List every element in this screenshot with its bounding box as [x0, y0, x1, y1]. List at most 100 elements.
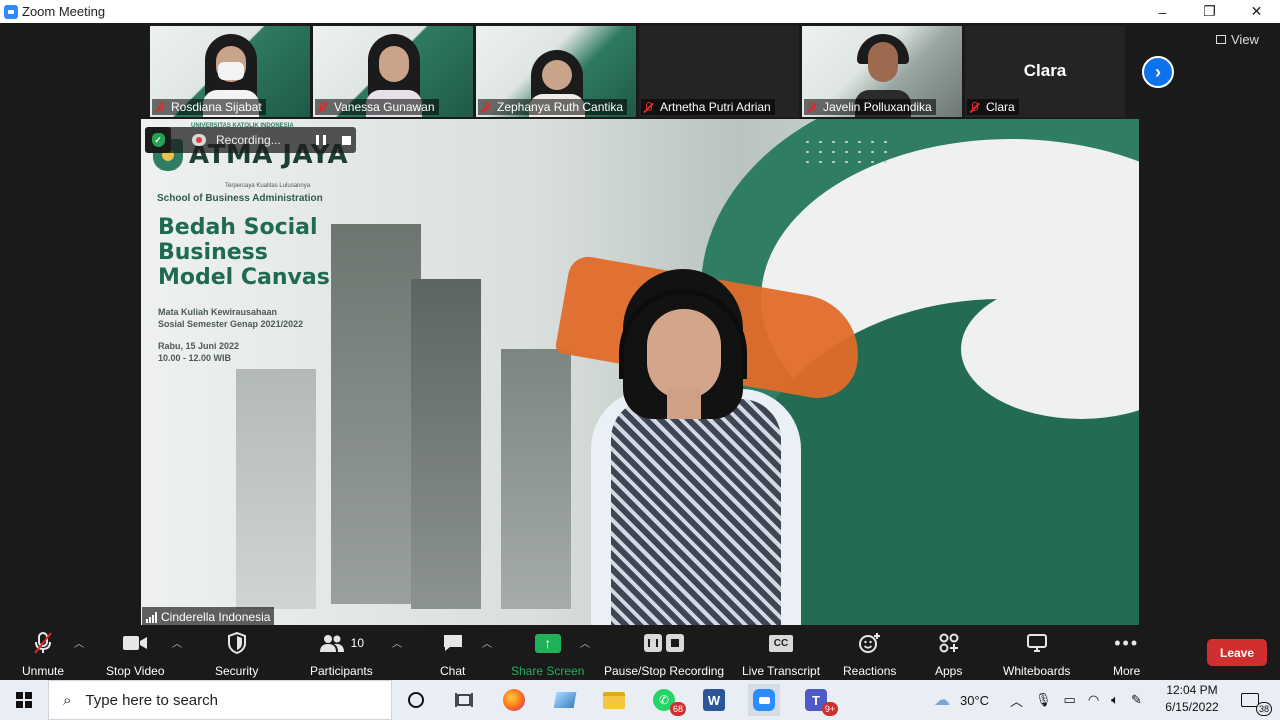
meeting-stage: Rosdiana Sijabat Vanessa Gunawan Zephany… [0, 23, 1280, 627]
participant-center-name: Clara [1023, 61, 1067, 80]
participant-tile[interactable]: Javelin Polluxandika [802, 26, 962, 117]
course-line: Sosial Semester Genap 2021/2022 [158, 319, 304, 329]
pen-icon[interactable]: ✎ [1131, 692, 1142, 708]
participant-name: Zephanya Ruth Cantika [497, 100, 624, 114]
show-hidden-icons-chevron-icon[interactable]: ︿ [1010, 691, 1023, 710]
windows-taskbar: ⌕ Type here to search ✆ 68 W T 9+ ☁ 30°C… [0, 680, 1280, 720]
share-screen-label: Share Screen [511, 664, 585, 678]
taskbar-clock[interactable]: 12:04 PM 6/15/2022 [1158, 682, 1226, 716]
participant-tile[interactable]: Vanessa Gunawan [313, 26, 473, 117]
participant-name-tag: Clara [967, 99, 1019, 115]
chat-options-caret-icon[interactable]: ︿ [482, 635, 492, 650]
temperature: 30°C [960, 692, 990, 708]
participant-name-tag: Javelin Polluxandika [804, 99, 936, 115]
word-taskbar-button[interactable]: W [698, 684, 730, 716]
snipping-tool-taskbar-button[interactable] [549, 684, 581, 716]
cortana-button[interactable] [400, 684, 432, 716]
start-button[interactable] [0, 680, 48, 720]
file-explorer-taskbar-button[interactable] [598, 684, 630, 716]
clock-time: 12:04 PM [1166, 683, 1218, 697]
whatsapp-taskbar-button[interactable]: ✆ 68 [648, 684, 686, 716]
video-camera-icon [122, 629, 148, 657]
participant-tile[interactable]: Rosdiana Sijabat [150, 26, 310, 117]
recording-icon [192, 134, 206, 146]
course-line: Mata Kuliah Kewirausahaan [158, 307, 278, 317]
pause-stop-recording-button[interactable]: Pause/Stop Recording [604, 629, 724, 678]
task-view-button[interactable] [448, 684, 480, 716]
zoom-taskbar-button[interactable] [748, 684, 780, 716]
next-page-button[interactable]: › [1142, 56, 1174, 88]
leave-button[interactable]: Leave [1207, 639, 1267, 666]
participant-name: Rosdiana Sijabat [171, 100, 262, 114]
signal-bars-icon [146, 611, 157, 623]
mic-muted-icon [480, 101, 491, 113]
maximize-button[interactable]: ❐ [1186, 0, 1233, 23]
windows-logo-icon [16, 692, 32, 708]
slide-school: School of Business Administration [157, 193, 323, 204]
stop-video-button[interactable]: Stop Video [106, 629, 165, 678]
live-transcript-button[interactable]: CC Live Transcript [742, 629, 820, 678]
participant-strip: Rosdiana Sijabat Vanessa Gunawan Zephany… [150, 26, 1125, 117]
grid-view-icon [1216, 35, 1226, 44]
participant-name: Clara [986, 100, 1015, 114]
word-icon: W [703, 689, 725, 711]
window-title: Zoom Meeting [22, 4, 106, 19]
audio-options-caret-icon[interactable]: ︿ [74, 635, 84, 650]
teams-taskbar-button[interactable]: T 9+ [800, 684, 838, 716]
reactions-button[interactable]: Reactions [843, 629, 896, 678]
snip-tool-icon [553, 692, 577, 708]
volume-icon[interactable]: 🔈︎ [1111, 692, 1119, 708]
minimize-button[interactable]: – [1139, 0, 1186, 23]
stop-video-label: Stop Video [106, 664, 165, 678]
more-button[interactable]: ••• More [1113, 629, 1140, 679]
headline-line: Model Canvas [158, 265, 330, 290]
participant-tile[interactable]: Clara Clara [965, 26, 1125, 117]
whiteboards-button[interactable]: Whiteboards [1003, 629, 1070, 678]
live-transcript-label: Live Transcript [742, 664, 821, 678]
mic-muted-icon [317, 101, 328, 113]
mic-muted-icon [806, 101, 817, 113]
weather-cloud-icon: ☁ [934, 692, 950, 709]
search-placeholder: Type here to search [85, 691, 218, 709]
zoom-app-icon [4, 4, 18, 19]
zoom-icon [753, 689, 775, 711]
share-screen-icon-wrap: ↑ [534, 629, 561, 657]
active-speaker-video[interactable]: ATMA JAYA UNIVERSITAS KATOLIK INDONESIA … [141, 119, 1139, 627]
encryption-shield-icon[interactable]: ✓ [145, 127, 171, 153]
task-view-icon [455, 693, 473, 707]
time-line: 10.00 - 12.00 WIB [158, 353, 232, 363]
share-screen-button[interactable]: ↑ Share Screen [511, 629, 584, 678]
speaker-name: Cinderella Indonesia [161, 610, 271, 624]
participants-button[interactable]: 10 Participants [310, 629, 373, 678]
chat-button[interactable]: Chat [440, 629, 465, 678]
battery-icon[interactable]: ▭ [1064, 692, 1076, 708]
close-button[interactable]: ✕ [1233, 0, 1280, 23]
stop-recording-icon[interactable] [342, 135, 351, 145]
wifi-icon[interactable]: ◠ [1088, 692, 1099, 708]
logo-tagline: Terpercaya Kualitas Lulusannya [225, 183, 311, 189]
pause-recording-icon[interactable] [316, 135, 326, 145]
security-label: Security [215, 664, 259, 678]
participant-name: Artnetha Putri Adrian [660, 100, 771, 114]
unmute-button[interactable]: Unmute [22, 629, 64, 678]
date-line: Rabu, 15 Juni 2022 [158, 341, 240, 351]
folder-icon [603, 691, 625, 709]
view-button[interactable]: View [1216, 32, 1259, 47]
share-options-caret-icon[interactable]: ︿ [580, 635, 590, 650]
system-tray: ︿ 🎙︎ ▭ ◠ 🔈︎ ✎ [1010, 680, 1142, 720]
taskbar-search-box[interactable]: ⌕ Type here to search [48, 680, 392, 720]
notification-center-button[interactable]: 38 [1234, 684, 1272, 716]
notification-count-badge: 38 [1255, 702, 1272, 716]
teams-unread-badge: 9+ [822, 702, 838, 716]
microphone-icon[interactable]: 🎙︎ [1035, 692, 1052, 708]
recording-label: Recording... [216, 133, 281, 147]
firefox-taskbar-button[interactable] [498, 684, 530, 716]
participants-options-caret-icon[interactable]: ︿ [392, 635, 402, 650]
security-button[interactable]: Security [215, 629, 258, 678]
video-options-caret-icon[interactable]: ︿ [172, 635, 182, 650]
participant-tile[interactable]: Zephanya Ruth Cantika [476, 26, 636, 117]
pause-stop-recording-icon [644, 629, 685, 657]
participant-tile[interactable]: Artnetha Putri Adrian [639, 26, 799, 117]
apps-button[interactable]: Apps [935, 629, 962, 678]
weather-widget[interactable]: ☁ 30°C [934, 680, 989, 720]
